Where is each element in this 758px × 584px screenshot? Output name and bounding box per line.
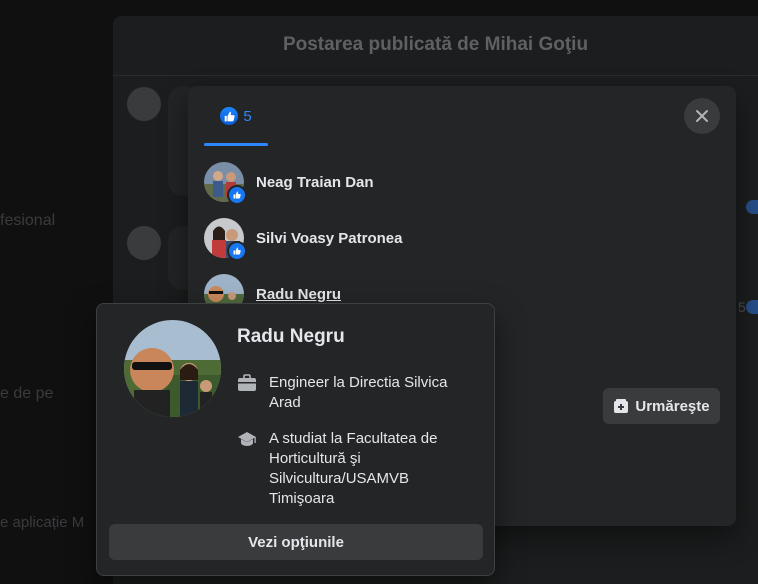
close-icon — [696, 110, 708, 122]
comment-avatar — [127, 226, 161, 260]
active-tab-indicator — [204, 143, 268, 146]
follow-button-label: Urmăreşte — [635, 397, 710, 415]
follow-icon — [614, 399, 629, 413]
profile-name[interactable]: Radu Negru — [237, 326, 345, 348]
like-badge-icon — [227, 185, 247, 205]
avatar[interactable] — [204, 218, 247, 261]
tab-count: 5 — [243, 107, 252, 125]
view-options-label: Vezi opţiunile — [248, 533, 344, 551]
reaction-person-row[interactable]: Silvi Voasy Patronea — [204, 216, 504, 261]
divider — [113, 75, 758, 76]
education-info: A studiat la Facultatea de Horticultură … — [237, 429, 469, 509]
reaction-badge — [746, 200, 758, 214]
work-text: Engineer la Directia Silvica Arad — [269, 374, 448, 411]
view-options-button[interactable]: Vezi opţiunile — [109, 524, 483, 560]
person-name[interactable]: Radu Negru — [256, 286, 341, 303]
background-text: fesional — [0, 212, 56, 229]
background-text: e de pe — [0, 385, 54, 402]
work-info: Engineer la Directia Silvica Arad — [237, 373, 469, 413]
like-icon — [220, 107, 239, 125]
close-button[interactable] — [684, 98, 720, 134]
reaction-count: 5 — [738, 299, 746, 315]
like-badge-icon — [227, 241, 247, 261]
profile-avatar[interactable] — [124, 320, 221, 417]
background-text: e aplicație M — [0, 514, 85, 531]
reaction-badge — [746, 300, 758, 314]
briefcase-icon — [238, 374, 256, 391]
reaction-person-row[interactable]: Neag Traian Dan — [204, 160, 504, 205]
person-name[interactable]: Silvi Voasy Patronea — [256, 230, 402, 247]
avatar[interactable] — [204, 162, 247, 205]
comment-avatar — [127, 87, 161, 121]
education-text: A studiat la Facultatea de Horticultură … — [269, 430, 438, 507]
person-name[interactable]: Neag Traian Dan — [256, 174, 374, 191]
post-dialog-title: Postarea publicată de Mihai Goţiu — [282, 34, 589, 55]
graduation-cap-icon — [238, 432, 256, 446]
tab-all-reactions[interactable]: 5 — [204, 86, 268, 146]
follow-button[interactable]: Urmăreşte — [603, 388, 720, 424]
